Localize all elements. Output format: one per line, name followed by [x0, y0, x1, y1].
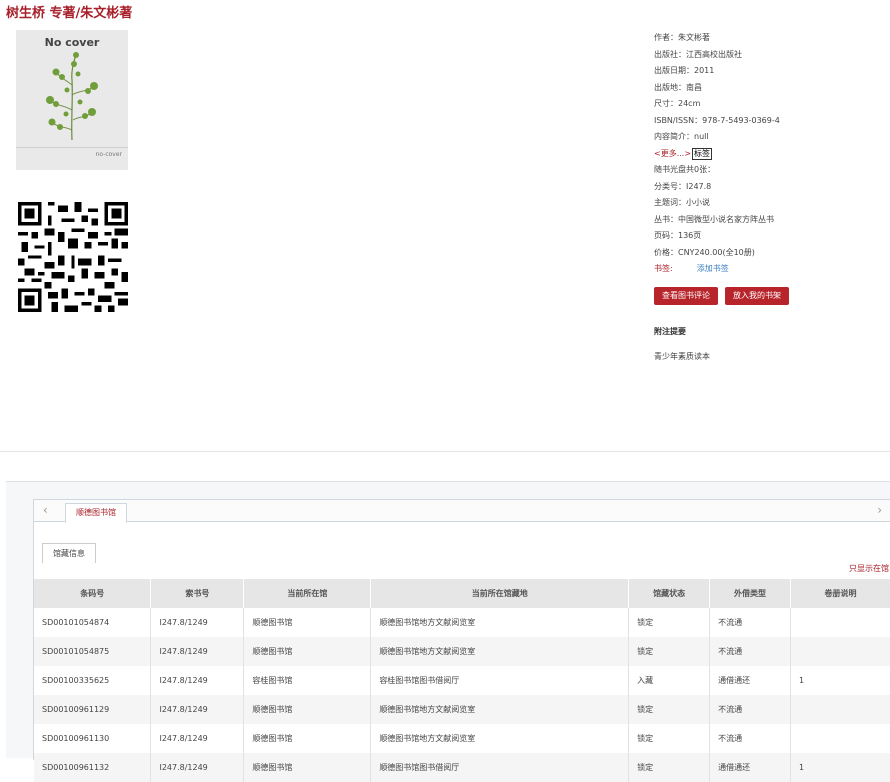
tab-scroll-left-icon[interactable]: ‹	[43, 503, 48, 517]
tab-holdings-info[interactable]: 馆藏信息	[42, 543, 96, 563]
cell-status: 锁定	[628, 695, 711, 724]
cell-loan-type: 不流通	[709, 608, 792, 637]
cell-barcode: SD00101054874	[34, 608, 152, 637]
cell-volume-note	[790, 608, 890, 637]
cell-volume-note	[790, 695, 890, 724]
tags-button[interactable]: 标签	[692, 147, 713, 160]
cell-volume-note: 1	[790, 753, 890, 782]
cell-call-number: I247.8/1249	[150, 695, 245, 724]
notes-heading: 附注提要	[654, 327, 686, 336]
info-more-row: <更多...> 标签	[654, 146, 884, 163]
holdings-table: 条码号 索书号 当前所在馆 当前所在馆藏地 馆藏状态 外借类型 卷册说明 SD0…	[34, 579, 890, 782]
bookmark-label: 书签:	[654, 264, 673, 273]
cell-call-number: I247.8/1249	[150, 608, 245, 637]
cover-small-text: no-cover	[95, 151, 122, 158]
info-summary: 内容简介：null	[654, 132, 709, 141]
info-size: 尺寸：24cm	[654, 99, 701, 108]
table-header-row: 条码号 索书号 当前所在馆 当前所在馆藏地 馆藏状态 外借类型 卷册说明	[34, 579, 890, 608]
tab-scroll-right-icon[interactable]: ›	[877, 503, 882, 517]
cell-library: 顺德图书馆	[243, 695, 372, 724]
cell-library: 容桂图书馆	[243, 666, 372, 695]
cell-location: 顺德图书馆地方文献阅览室	[370, 637, 630, 666]
cell-location: 顺德图书馆图书借阅厅	[370, 753, 630, 782]
cell-call-number: I247.8/1249	[150, 637, 245, 666]
cell-loan-type: 不流通	[709, 637, 792, 666]
table-row: SD00100961129 I247.8/1249 顺德图书馆 顺德图书馆地方文献阅览…	[34, 695, 890, 724]
add-to-shelf-button[interactable]: 放入我的书架	[725, 287, 789, 305]
cell-barcode: SD00100961130	[34, 724, 152, 753]
cell-status: 锁定	[628, 637, 711, 666]
cell-barcode: SD00100961132	[34, 753, 152, 782]
view-reviews-button[interactable]: 查看图书评论	[654, 287, 718, 305]
info-series: 丛书：中国微型小说名家方阵丛书	[654, 214, 774, 224]
info-author: 作者：朱文彬著	[654, 33, 710, 42]
only-in-library-link[interactable]: 只显示在馆	[849, 563, 889, 574]
cell-call-number: I247.8/1249	[150, 666, 245, 695]
table-row: SD00100335625 I247.8/1249 容桂图书馆 容桂图书馆图书借阅厅入…	[34, 666, 890, 695]
info-subject: 主题词：小小说	[654, 198, 710, 207]
info-classification: 分类号：I247.8	[654, 181, 712, 191]
col-barcode: 条码号	[34, 579, 152, 608]
cell-status: 锁定	[628, 608, 711, 637]
col-status: 馆藏状态	[628, 579, 711, 608]
table-row: SD00101054874 I247.8/1249 顺德图书馆 顺德图书馆地方文献阅览…	[34, 608, 890, 637]
col-loan-type: 外借类型	[709, 579, 792, 608]
notes-text: 青少年素质读本	[654, 352, 710, 361]
cell-library: 顺德图书馆	[243, 637, 372, 666]
cell-call-number: I247.8/1249	[150, 724, 245, 753]
info-cd: 随书光盘共0张：	[654, 165, 716, 174]
cell-library: 顺德图书馆	[243, 608, 372, 637]
col-library: 当前所在馆	[243, 579, 372, 608]
more-link[interactable]: <更多...>	[654, 149, 691, 158]
cell-location: 顺德图书馆地方文献阅览室	[370, 608, 630, 637]
cell-barcode: SD00100961129	[34, 695, 152, 724]
tab-library[interactable]: 顺德图书馆	[65, 503, 127, 523]
cell-call-number: I247.8/1249	[150, 753, 245, 782]
cell-library: 顺德图书馆	[243, 753, 372, 782]
cover-placeholder-text: No cover	[44, 36, 100, 49]
plant-illustration	[46, 52, 98, 141]
cell-volume-note	[790, 724, 890, 753]
cell-loan-type: 通借通还	[709, 753, 792, 782]
cell-status: 锁定	[628, 724, 711, 753]
cell-location: 容桂图书馆图书借阅厅	[370, 666, 630, 695]
col-location: 当前所在馆藏地	[370, 579, 630, 608]
section-divider	[0, 451, 890, 452]
col-volume-note: 卷册说明	[790, 579, 890, 608]
col-call-number: 索书号	[150, 579, 245, 608]
action-buttons: 查看图书评论 放入我的书架	[654, 283, 796, 305]
book-cover-image: No cover no-cover	[16, 30, 128, 170]
holdings-section: ‹ 顺德图书馆 › 馆藏信息 只显示在馆 条码号 索书号 当前所在馆 当前所在馆…	[6, 481, 890, 782]
info-bookmark-row: 书签: 添加书签	[654, 261, 884, 278]
table-row: SD00100961132 I247.8/1249 顺德图书馆 顺德图书馆图书借阅厅锁…	[34, 753, 890, 782]
cell-status: 锁定	[628, 753, 711, 782]
info-pages: 页码：136页	[654, 231, 702, 240]
info-publisher: 出版社：江西高校出版社	[654, 49, 742, 59]
table-row: SD00100961130 I247.8/1249 顺德图书馆 顺德图书馆地方文献阅览…	[34, 724, 890, 753]
cell-barcode: SD00101054875	[34, 637, 152, 666]
add-bookmark-link[interactable]: 添加书签	[697, 264, 729, 273]
info-publish-place: 出版地：南昌	[654, 82, 702, 92]
holdings-panel: ‹ 顺德图书馆 › 馆藏信息 只显示在馆 条码号 索书号 当前所在馆 当前所在馆…	[33, 499, 890, 782]
cell-status: 入藏	[628, 666, 711, 695]
book-info-panel: 作者：朱文彬著 出版社：江西高校出版社 出版日期：2011 出版地：南昌 尺寸：…	[654, 30, 884, 278]
library-tab-bar: ‹ 顺德图书馆 ›	[34, 500, 890, 523]
info-publish-date: 出版日期：2011	[654, 66, 715, 75]
cell-library: 顺德图书馆	[243, 724, 372, 753]
cell-barcode: SD00100335625	[34, 666, 152, 695]
qr-code	[18, 202, 128, 312]
cell-location: 顺德图书馆地方文献阅览室	[370, 724, 630, 753]
table-row: SD00101054875 I247.8/1249 顺德图书馆 顺德图书馆地方文献阅览…	[34, 637, 890, 666]
cell-location: 顺德图书馆地方文献阅览室	[370, 695, 630, 724]
cell-loan-type: 通借通还	[709, 666, 792, 695]
cell-loan-type: 不流通	[709, 724, 792, 753]
book-title: 树生桥 专著/朱文彬著	[6, 6, 133, 21]
cell-loan-type: 不流通	[709, 695, 792, 724]
info-price: 价格：CNY240.00(全10册)	[654, 247, 755, 257]
cell-volume-note	[790, 637, 890, 666]
cell-volume-note: 1	[790, 666, 890, 695]
cover-divider	[16, 147, 128, 148]
info-isbn: ISBN/ISSN：978-7-5493-0369-4	[654, 115, 780, 125]
